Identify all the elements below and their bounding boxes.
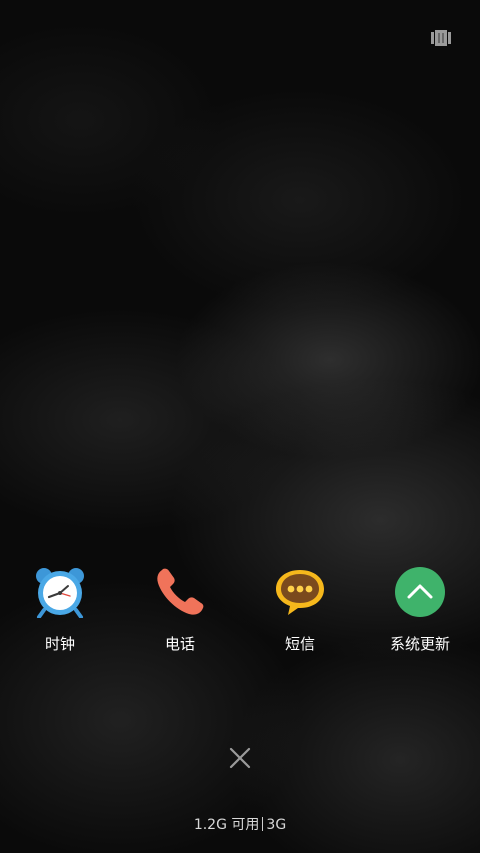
- app-system-update[interactable]: 系统更新: [360, 566, 480, 666]
- phone-icon: [154, 566, 206, 618]
- app-label: 时钟: [44, 635, 75, 653]
- app-phone[interactable]: 电话: [120, 566, 240, 666]
- memory-available: 1.2G 可用: [193, 817, 260, 833]
- memory-total: 3G: [266, 817, 287, 833]
- chevron-up-icon: [394, 566, 446, 618]
- recent-apps-screen: 时钟 电话 短信 系统更新 1.2G 可用 3G: [0, 0, 480, 853]
- memory-divider: [262, 817, 264, 831]
- app-label: 系统更新: [389, 635, 450, 653]
- memory-info: 1.2G 可用 3G: [0, 816, 480, 834]
- recent-apps-row: 时钟 电话 短信 系统更新: [0, 566, 480, 666]
- close-icon[interactable]: [228, 746, 252, 770]
- app-clock[interactable]: 时钟: [0, 566, 120, 666]
- message-bubble-icon: [274, 566, 326, 618]
- app-label: 电话: [164, 635, 195, 653]
- stacked-cards-icon[interactable]: [431, 30, 451, 46]
- app-label: 短信: [284, 635, 315, 653]
- app-messages[interactable]: 短信: [240, 566, 360, 666]
- alarm-clock-icon: [34, 566, 86, 619]
